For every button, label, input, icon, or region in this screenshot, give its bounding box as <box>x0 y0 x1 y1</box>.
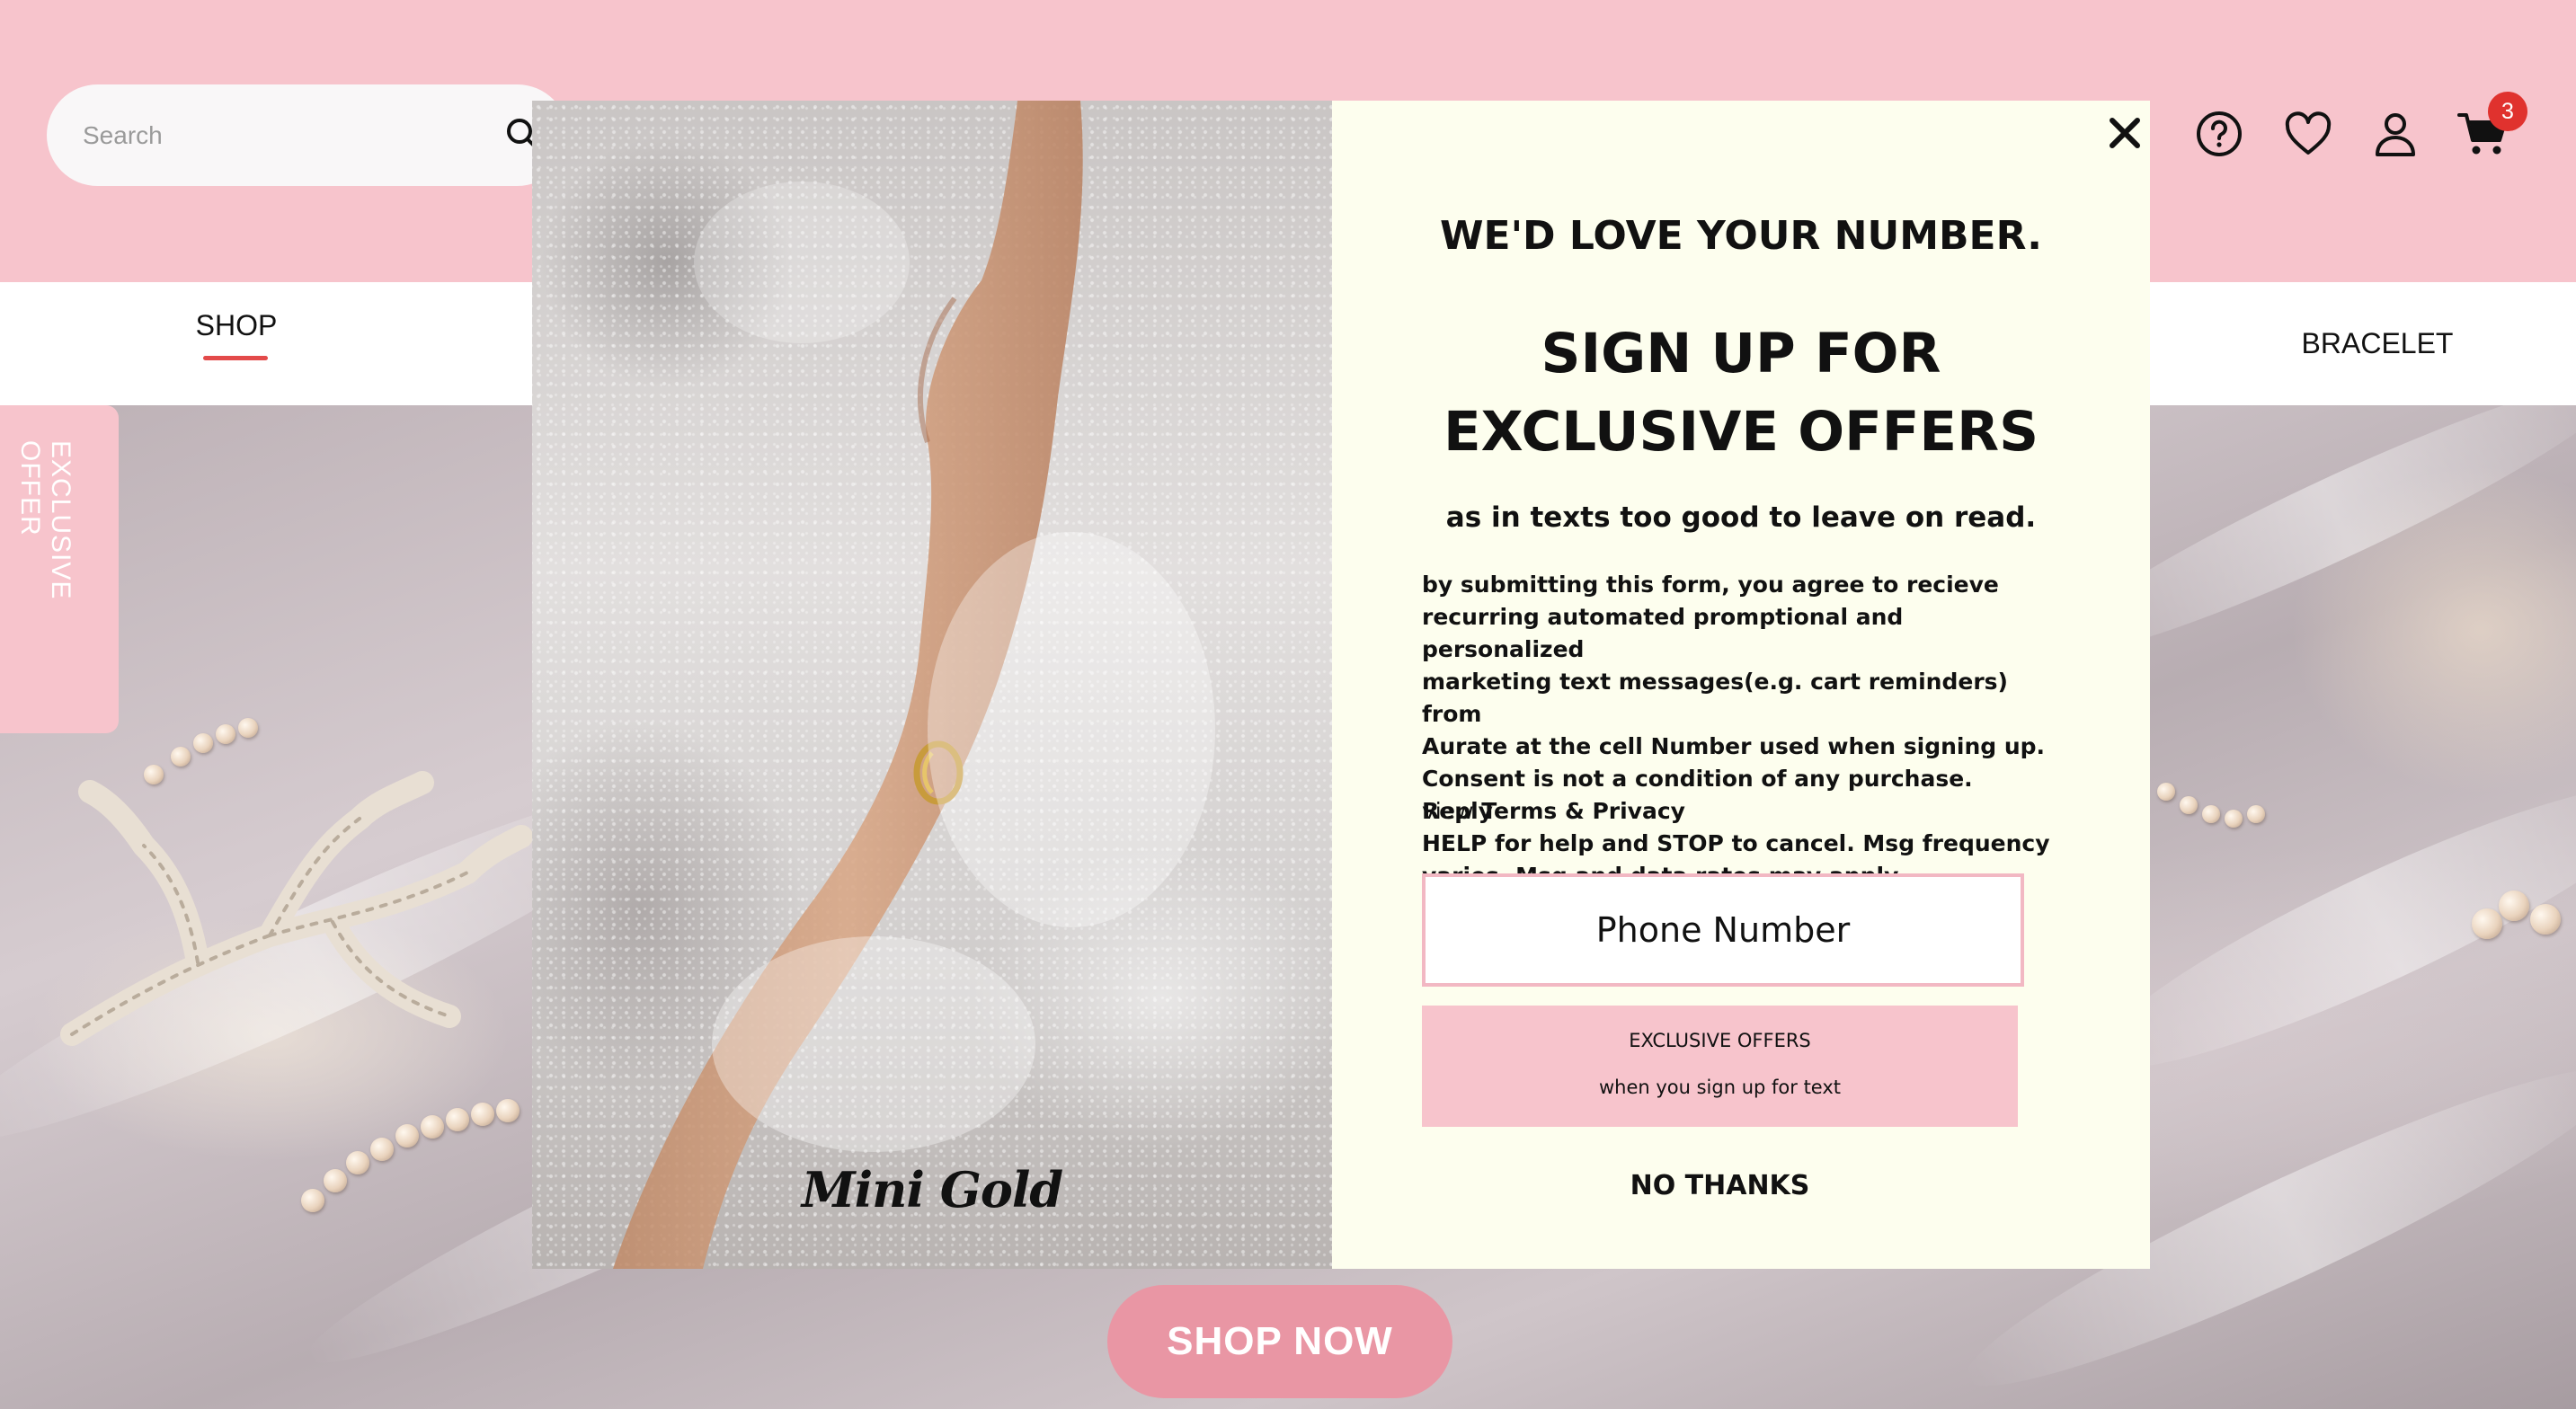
close-icon <box>2110 118 2140 148</box>
view-label: view <box>1422 798 1474 824</box>
terms-privacy-link[interactable]: Terms & Privacy <box>1481 798 1685 824</box>
help-icon[interactable] <box>2191 106 2247 162</box>
legal-line: by submitting this form, you agree to re… <box>1422 572 1999 598</box>
nav-item-bracelet[interactable]: BRACELET <box>2265 327 2490 360</box>
side-tab-label: EXCLUSIVE OFFER <box>15 440 76 600</box>
nav-item-shop[interactable]: SHOP <box>180 309 293 342</box>
heart-icon[interactable] <box>2280 106 2336 162</box>
image-caption: Mini Gold <box>801 1161 1063 1218</box>
terms-line: view Terms & Privacy <box>1422 795 2051 828</box>
modal-heading: WE'D LOVE YOUR NUMBER. <box>1440 213 2042 259</box>
phone-number-input[interactable] <box>1422 873 2024 987</box>
user-icon[interactable] <box>2367 106 2423 162</box>
modal-title: SIGN UP FOR EXCLUSIVE OFFERS <box>1332 315 2150 471</box>
close-modal-button[interactable] <box>2101 110 2148 156</box>
modal-title-line1: SIGN UP FOR <box>1541 322 1941 385</box>
coral-decoration <box>60 771 533 1046</box>
legal-line: Aurate at the cell Number used when sign… <box>1422 733 2046 759</box>
legal-line: marketing text messages(e.g. cart remind… <box>1422 669 2008 727</box>
exclusive-offers-submit-button[interactable] <box>1422 1006 2018 1127</box>
shop-now-button[interactable]: SHOP NOW <box>1107 1285 1452 1398</box>
legal-disclaimer: by submitting this form, you agree to re… <box>1422 569 2051 892</box>
legal-line: HELP for help and STOP to cancel. Msg fr… <box>1422 830 2050 856</box>
cart-count-badge: 3 <box>2488 92 2527 131</box>
hand-illustration <box>613 101 1215 1269</box>
search-bar[interactable] <box>47 84 568 186</box>
modal-subtitle: as in texts too good to leave on read. <box>1445 501 2037 534</box>
legal-line: recurring automated promptional and pers… <box>1422 604 1904 662</box>
modal-title-line2: EXCLUSIVE OFFERS <box>1443 400 2039 464</box>
no-thanks-button[interactable]: NO THANKS <box>1422 1165 2018 1205</box>
nav-active-underline <box>203 356 268 360</box>
submit-button-sublabel: when you sign up for text <box>1598 1077 1842 1098</box>
submit-button-label: EXCLUSIVE OFFERS <box>1629 1030 1811 1051</box>
search-input[interactable] <box>83 84 496 186</box>
modal-product-image: Mini Gold <box>532 101 1332 1269</box>
